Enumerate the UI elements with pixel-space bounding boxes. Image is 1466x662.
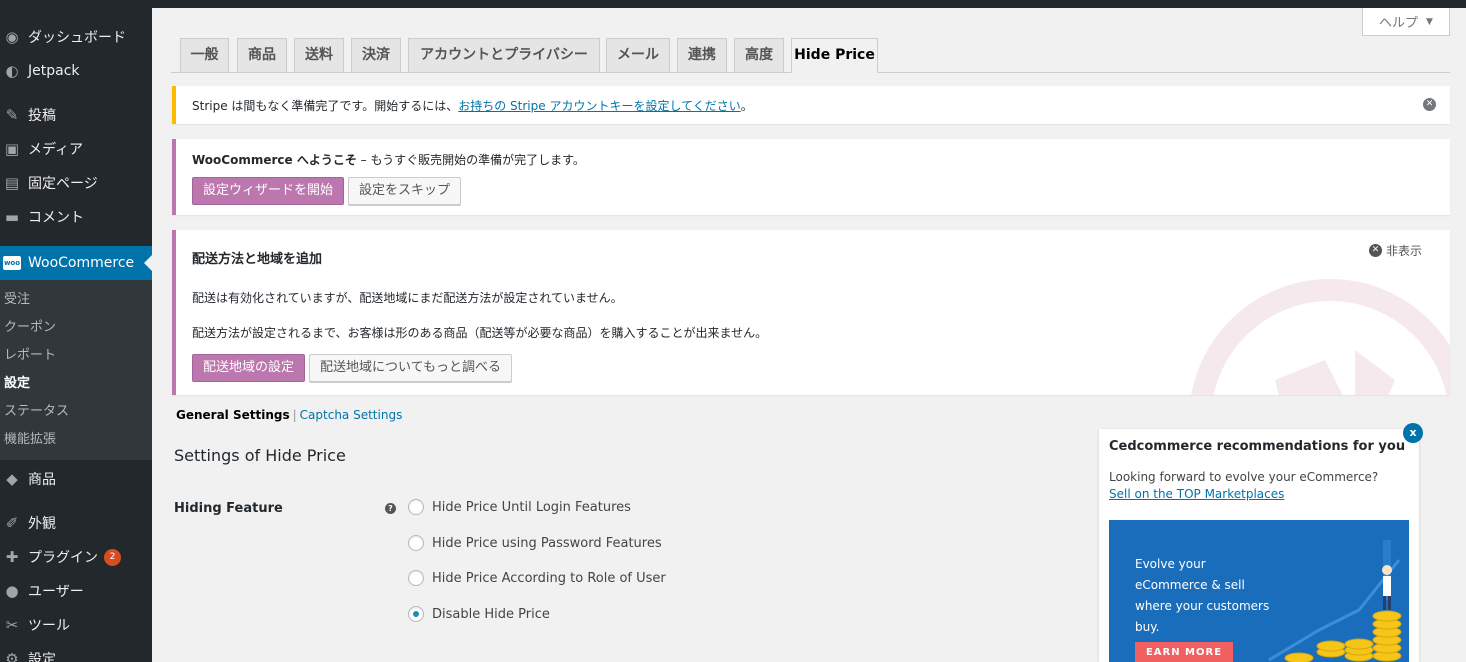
recommendation-text: Looking forward to evolve your eCommerce… bbox=[1109, 470, 1379, 484]
submenu-coupons[interactable]: クーポン bbox=[0, 314, 152, 342]
tab-integration[interactable]: 連携 bbox=[677, 38, 727, 73]
setup-shipping-zones-button[interactable]: 配送地域の設定 bbox=[192, 354, 306, 382]
welcome-message: WooCommerce へようこそ – もうすぐ販売開始の準備が完了します。 bbox=[192, 153, 585, 167]
radio-disable-hide-price[interactable]: Disable Hide Price bbox=[408, 606, 550, 622]
submenu-extensions[interactable]: 機能拡張 bbox=[0, 426, 152, 454]
sidebar-item-posts[interactable]: ✎ 投稿 bbox=[0, 98, 152, 132]
radio-hide-until-login[interactable]: Hide Price Until Login Features bbox=[408, 499, 631, 515]
user-icon: ● bbox=[5, 582, 19, 600]
update-count-badge: 2 bbox=[104, 548, 121, 566]
radio-button[interactable] bbox=[408, 570, 424, 586]
start-wizard-button[interactable]: 設定ウィザードを開始 bbox=[192, 177, 345, 205]
promo-banner[interactable]: Evolve your eCommerce & sell where your … bbox=[1109, 520, 1409, 662]
captcha-settings-link[interactable]: Captcha Settings bbox=[300, 408, 403, 422]
chevron-down-icon: ▼ bbox=[1426, 16, 1433, 27]
earn-more-button[interactable]: EARN MORE bbox=[1135, 642, 1233, 662]
jetpack-icon: ◐ bbox=[5, 62, 19, 80]
dismiss-icon[interactable]: ✕ bbox=[1423, 98, 1436, 111]
submenu-status[interactable]: ステータス bbox=[0, 398, 152, 426]
sidebar-item-media[interactable]: ▣ メディア bbox=[0, 132, 152, 166]
recommendation-widget: Cedcommerce recommendations for you Look… bbox=[1099, 429, 1419, 662]
marketplaces-link[interactable]: Sell on the TOP Marketplaces bbox=[1109, 487, 1409, 501]
stripe-notice: Stripe は間もなく準備完了です。開始するには、お持ちの Stripe アカ… bbox=[172, 86, 1450, 124]
stripe-keys-link[interactable]: お持ちの Stripe アカウントキーを設定してください bbox=[458, 99, 741, 113]
radio-button-checked[interactable] bbox=[408, 606, 424, 622]
tab-email[interactable]: メール bbox=[606, 38, 670, 73]
help-tip-icon[interactable]: ? bbox=[385, 503, 396, 514]
tab-general[interactable]: 一般 bbox=[180, 38, 229, 73]
sidebar-item-plugins[interactable]: ✚ プラグイン 2 bbox=[0, 540, 152, 574]
hide-notice-link[interactable]: ✕ 非表示 bbox=[1368, 242, 1422, 259]
tab-products[interactable]: 商品 bbox=[237, 38, 287, 73]
dashboard-icon: ◉ bbox=[5, 28, 19, 46]
tab-payments[interactable]: 決済 bbox=[351, 38, 401, 73]
submenu-reports[interactable]: レポート bbox=[0, 342, 152, 370]
recommendation-title: Cedcommerce recommendations for you bbox=[1109, 439, 1406, 454]
woocommerce-welcome-notice: WooCommerce へようこそ – もうすぐ販売開始の準備が完了します。 設… bbox=[172, 139, 1450, 215]
sidebar-item-users[interactable]: ● ユーザー bbox=[0, 574, 152, 608]
submenu-settings[interactable]: 設定 bbox=[0, 370, 152, 398]
sidebar-item-woocommerce[interactable]: woo WooCommerce bbox=[0, 246, 152, 280]
sidebar-item-jetpack[interactable]: ◐ Jetpack bbox=[0, 54, 152, 88]
shipping-notice-title: 配送方法と地域を追加 bbox=[192, 252, 323, 267]
tab-advanced[interactable]: 高度 bbox=[734, 38, 784, 73]
admin-sidebar: ◉ ダッシュボード ◐ Jetpack ✎ 投稿 ▣ メディア ▤ 固定ページ ▬ コメント… bbox=[0, 0, 152, 662]
sidebar-item-dashboard[interactable]: ◉ ダッシュボード bbox=[0, 20, 152, 54]
admin-bar bbox=[0, 0, 1466, 8]
banner-text: Evolve your eCommerce & sell where your … bbox=[1135, 557, 1270, 634]
general-settings-link[interactable]: General Settings bbox=[176, 408, 290, 422]
sidebar-item-appearance[interactable]: ✐ 外観 bbox=[0, 506, 152, 540]
page-title: Settings of Hide Price bbox=[174, 446, 346, 465]
skip-setup-button[interactable]: 設定をスキップ bbox=[348, 177, 462, 205]
comment-icon: ▬ bbox=[4, 208, 20, 226]
woocommerce-submenu: 受注 クーポン レポート 設定 ステータス 機能拡張 bbox=[0, 280, 152, 460]
settings-subnav: General Settings | Captcha Settings bbox=[176, 408, 403, 422]
page-icon: ▤ bbox=[4, 174, 20, 192]
sidebar-item-tools[interactable]: ✂ ツール bbox=[0, 608, 152, 642]
radio-hide-password[interactable]: Hide Price using Password Features bbox=[408, 535, 662, 551]
product-icon: ◆ bbox=[6, 470, 18, 488]
woocommerce-icon: woo bbox=[2, 253, 22, 273]
sidebar-item-pages[interactable]: ▤ 固定ページ bbox=[0, 166, 152, 200]
radio-button[interactable] bbox=[408, 499, 424, 515]
settings-icon: ⚙ bbox=[5, 650, 19, 662]
brush-icon: ✐ bbox=[5, 514, 19, 532]
media-icon: ▣ bbox=[4, 140, 20, 158]
wrench-icon: ✂ bbox=[5, 616, 19, 634]
pin-icon: ✎ bbox=[5, 106, 19, 124]
sidebar-item-products[interactable]: ◆ 商品 bbox=[0, 462, 152, 496]
tab-accounts-privacy[interactable]: アカウントとプライバシー bbox=[408, 38, 600, 73]
plugin-icon: ✚ bbox=[5, 548, 19, 566]
shipping-zones-notice: 配送方法と地域を追加 配送は有効化されていますが、配送地域にまだ配送方法が設定さ… bbox=[172, 230, 1450, 395]
radio-button[interactable] bbox=[408, 535, 424, 551]
sidebar-item-comments[interactable]: ▬ コメント bbox=[0, 200, 152, 234]
tab-hide-price[interactable]: Hide Price bbox=[791, 38, 878, 73]
sidebar-item-settings[interactable]: ⚙ 設定 bbox=[0, 642, 152, 662]
submenu-orders[interactable]: 受注 bbox=[0, 286, 152, 314]
radio-hide-by-role[interactable]: Hide Price According to Role of User bbox=[408, 570, 666, 586]
settings-tabs: 一般 商品 送料 決済 アカウントとプライバシー メール 連携 高度 Hide … bbox=[171, 38, 1450, 73]
hiding-feature-label: Hiding Feature bbox=[174, 501, 283, 516]
close-icon: ✕ bbox=[1368, 244, 1382, 257]
close-recommendation-button[interactable]: x bbox=[1403, 423, 1423, 443]
coins-illustration-icon bbox=[1268, 540, 1402, 662]
tab-shipping[interactable]: 送料 bbox=[294, 38, 344, 73]
learn-shipping-zones-button[interactable]: 配送地域についてもっと調べる bbox=[309, 354, 512, 382]
help-button[interactable]: ヘルプ ▼ bbox=[1362, 8, 1450, 36]
